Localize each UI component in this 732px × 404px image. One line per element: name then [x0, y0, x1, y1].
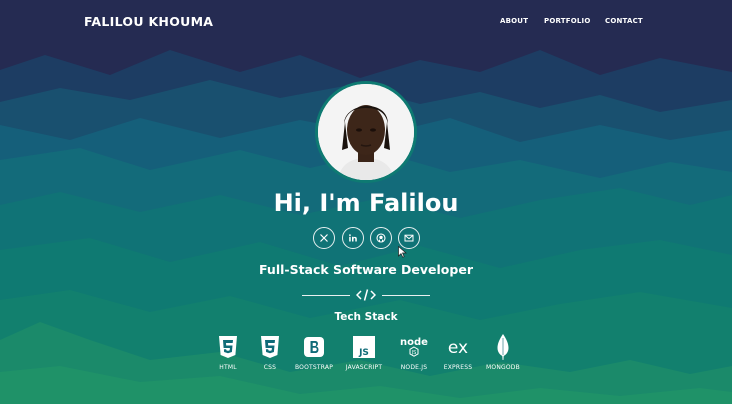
nav-about[interactable]: ABOUT: [500, 17, 528, 25]
avatar: [315, 81, 417, 183]
svg-text:node: node: [400, 337, 428, 348]
brand-logo[interactable]: FALILOU KHOUMA: [84, 14, 213, 29]
hero-role: Full-Stack Software Developer: [259, 262, 473, 277]
svg-text:ex: ex: [448, 338, 468, 358]
x-link-button[interactable]: [313, 227, 335, 249]
html5-icon: [219, 336, 237, 358]
svg-text:JS: JS: [358, 348, 369, 358]
profile-photo: [318, 84, 414, 180]
linkedin-link-button[interactable]: [342, 227, 364, 249]
navbar: FALILOU KHOUMA ABOUT PORTFOLIO CONTACT: [0, 0, 732, 44]
code-icon: [356, 289, 376, 301]
bootstrap-icon: [304, 337, 324, 357]
express-icon: ex: [448, 338, 468, 358]
github-icon: [376, 233, 386, 243]
nav-contact[interactable]: CONTACT: [605, 17, 643, 25]
javascript-icon: JS: [353, 336, 375, 358]
tech-label: MONGODB: [486, 364, 520, 371]
svg-text:JS: JS: [411, 350, 417, 356]
linkedin-icon: [349, 234, 357, 242]
mail-icon: [404, 234, 414, 242]
mongodb-icon: [497, 334, 509, 360]
cursor-icon: [398, 246, 407, 258]
css3-icon: [261, 336, 279, 358]
hero-greeting: Hi, I'm Falilou: [273, 189, 459, 217]
nav-portfolio[interactable]: PORTFOLIO: [544, 17, 590, 25]
divider-left: [302, 295, 350, 296]
tech-item-mongodb: MONGODB: [473, 334, 533, 371]
github-link-button[interactable]: [370, 227, 392, 249]
nodejs-icon: node JS: [400, 337, 428, 357]
x-icon: [320, 234, 328, 242]
divider-right: [382, 295, 430, 296]
tech-stack-title: Tech Stack: [334, 311, 398, 323]
